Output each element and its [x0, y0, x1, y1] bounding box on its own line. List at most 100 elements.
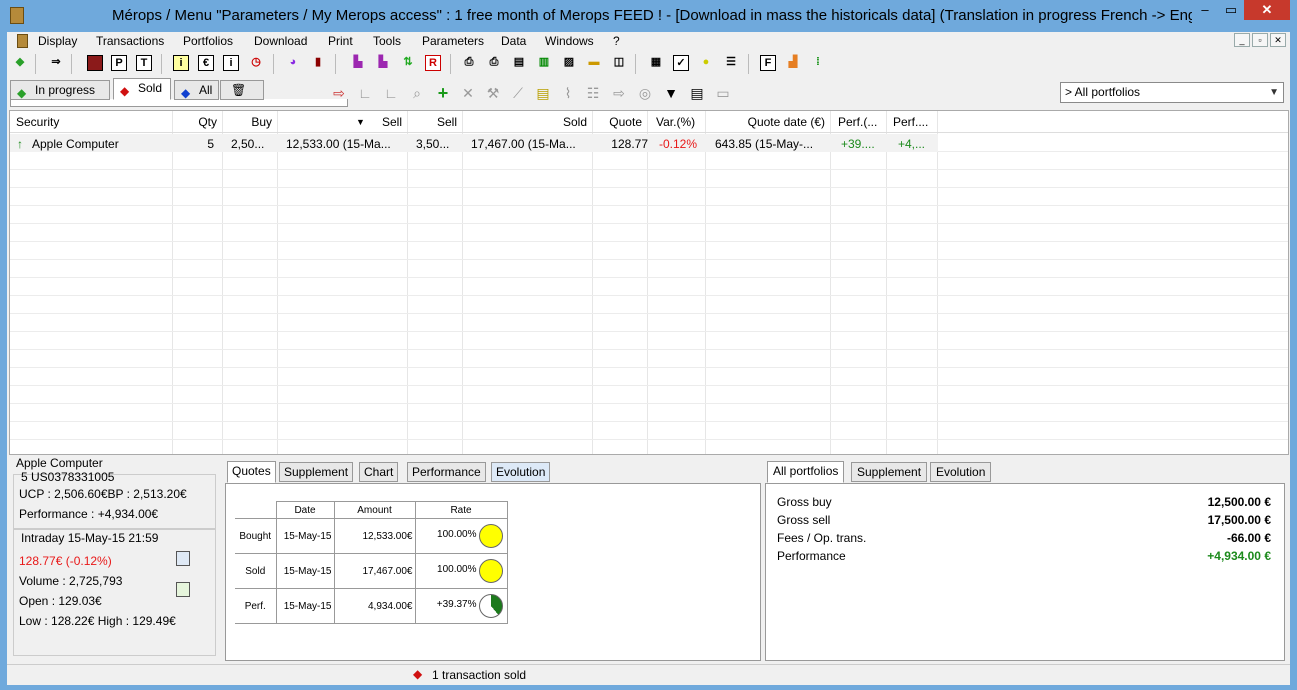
- grid-dots-icon[interactable]: ⁞: [810, 55, 826, 71]
- tab-sold[interactable]: ◆ Sold: [113, 78, 171, 100]
- menu-display[interactable]: Display: [38, 34, 77, 48]
- minimize-button[interactable]: –: [1192, 0, 1218, 20]
- report-r-icon[interactable]: R: [425, 55, 441, 71]
- euro-icon[interactable]: €: [198, 55, 214, 71]
- menu-parameters[interactable]: Parameters: [422, 34, 484, 48]
- chevron-down-icon: ▼: [1269, 87, 1279, 98]
- row-divider: [10, 277, 1288, 278]
- ruler-icon[interactable]: ▬: [586, 55, 602, 71]
- mdi-minimize-button[interactable]: _: [1234, 33, 1250, 47]
- portfolio-select[interactable]: > All portfolios ▼: [1060, 82, 1284, 103]
- row-divider: [10, 331, 1288, 332]
- sort-desc-icon[interactable]: ▼: [356, 117, 365, 127]
- intraday-box: Intraday 15-May-15 21:59 128.77€ (-0.12%…: [13, 529, 216, 656]
- menu-help[interactable]: ?: [613, 34, 620, 48]
- columns-icon[interactable]: ▥: [536, 55, 552, 71]
- app-icon[interactable]: [10, 7, 24, 24]
- menu-portfolios[interactable]: Portfolios: [183, 34, 233, 48]
- shoe-icon[interactable]: ◫: [611, 55, 627, 71]
- axis2-icon[interactable]: ∟: [383, 85, 399, 101]
- info-icon[interactable]: i: [173, 55, 189, 71]
- hammer-icon[interactable]: ⚒: [485, 85, 501, 101]
- tab-chart[interactable]: Chart: [359, 462, 399, 482]
- info-card-icon[interactable]: i: [223, 55, 239, 71]
- document-menu-icon[interactable]: [17, 34, 28, 48]
- column-header-security[interactable]: Security: [16, 115, 59, 129]
- sell-arrow-icon[interactable]: ⇨: [331, 85, 347, 101]
- column-header-quote[interactable]: Quote: [609, 115, 642, 129]
- menu-transactions[interactable]: Transactions: [96, 34, 164, 48]
- quotes-cell-amount: 12,533.00€: [333, 518, 416, 554]
- refresh-icon[interactable]: [176, 582, 190, 597]
- menu-windows[interactable]: Windows: [545, 34, 594, 48]
- import-arrow-icon[interactable]: ⇒: [48, 55, 64, 71]
- coins-icon[interactable]: ◎: [637, 85, 653, 101]
- alert-icon[interactable]: ●: [698, 55, 714, 71]
- document-icon[interactable]: ▤: [689, 85, 705, 101]
- tab-trash[interactable]: 🗑: [220, 80, 264, 100]
- intraday-open: Open : 129.03€: [19, 594, 102, 608]
- quotes-rate-value: 100.00%: [437, 529, 477, 540]
- column-header-sold[interactable]: Sold: [563, 115, 587, 129]
- tab-supplement[interactable]: Supplement: [279, 462, 354, 482]
- filter-icon[interactable]: ▼: [663, 85, 679, 101]
- up-down-arrows-icon[interactable]: ⇅: [400, 55, 416, 71]
- book-icon[interactable]: [87, 55, 103, 71]
- mdi-close-button[interactable]: ✕: [1270, 33, 1286, 47]
- tab-quotes[interactable]: Quotes: [227, 461, 276, 483]
- tab-all-portfolios[interactable]: All portfolios: [767, 461, 845, 483]
- tag-green-icon[interactable]: ◆: [12, 55, 28, 71]
- attachment-icon[interactable]: ⌇: [560, 85, 576, 101]
- printer2-icon[interactable]: ⎙: [486, 55, 502, 71]
- add-icon[interactable]: +: [435, 84, 451, 102]
- delete-icon[interactable]: ✕: [460, 85, 476, 101]
- building-chart2-icon[interactable]: ▙: [375, 55, 391, 71]
- column-header-quote-date[interactable]: Quote date (€): [748, 115, 825, 129]
- search-icon[interactable]: ⌕: [409, 85, 425, 101]
- menu-data[interactable]: Data: [501, 34, 526, 48]
- table-icon[interactable]: ▤: [511, 55, 527, 71]
- transaction-t-icon[interactable]: T: [136, 55, 152, 71]
- mdi-restore-button[interactable]: ▫: [1252, 33, 1268, 47]
- tab-performance[interactable]: Performance: [407, 462, 486, 482]
- list-sort-icon[interactable]: ☷: [585, 85, 601, 101]
- axis-icon[interactable]: ∟: [357, 85, 373, 101]
- column-header-perf-2[interactable]: Perf....: [893, 115, 928, 129]
- list-icon[interactable]: ☰: [723, 55, 739, 71]
- tab-in-progress[interactable]: ◆ In progress: [10, 80, 110, 100]
- note-icon[interactable]: ▤: [535, 85, 551, 101]
- column-header-buy[interactable]: Buy: [251, 115, 272, 129]
- menu-print[interactable]: Print: [328, 34, 353, 48]
- bar-chart-icon[interactable]: ▮: [310, 55, 326, 71]
- pie-chart-icon[interactable]: ◕: [285, 55, 301, 71]
- tab-summary-evolution[interactable]: Evolution: [930, 462, 992, 482]
- internet-explorer-icon[interactable]: [176, 551, 190, 566]
- checkbox-icon[interactable]: ✓: [673, 55, 689, 71]
- tab-summary-supplement[interactable]: Supplement: [851, 462, 928, 482]
- printer-icon[interactable]: ⎙: [461, 55, 477, 71]
- tab-all[interactable]: ◆ All: [174, 80, 219, 100]
- column-header-sell-2[interactable]: Sell: [437, 115, 457, 129]
- row-divider: [10, 403, 1288, 404]
- column-header-sell[interactable]: Sell: [382, 115, 402, 129]
- column-header-var[interactable]: Var.(%): [656, 115, 695, 129]
- menu-download[interactable]: Download: [254, 34, 307, 48]
- portfolio-p-icon[interactable]: P: [111, 55, 127, 71]
- line-chart-icon[interactable]: ⟋: [510, 85, 526, 101]
- stack-icon[interactable]: ▭: [715, 85, 731, 101]
- close-button[interactable]: ✕: [1244, 0, 1290, 20]
- clock-icon[interactable]: ◷: [248, 55, 264, 71]
- summary-label-fees: Fees / Op. trans.: [777, 531, 867, 545]
- menu-tools[interactable]: Tools: [373, 34, 401, 48]
- move-icon[interactable]: ⇨: [611, 85, 627, 101]
- maximize-button[interactable]: ▭: [1218, 0, 1244, 20]
- tab-evolution[interactable]: Evolution: [491, 462, 551, 482]
- building-chart-icon[interactable]: ▙: [350, 55, 366, 71]
- column-header-perf[interactable]: Perf.(...: [838, 115, 877, 129]
- feed-f-icon[interactable]: F: [760, 55, 776, 71]
- table-row[interactable]: ↑ Apple Computer 5 2,50... 12,533.00 (15…: [10, 134, 938, 152]
- column-header-qty[interactable]: Qty: [198, 115, 217, 129]
- image-icon[interactable]: ▨: [561, 55, 577, 71]
- calculator-icon[interactable]: ▦: [648, 55, 664, 71]
- stairs-icon[interactable]: ▟: [785, 55, 801, 71]
